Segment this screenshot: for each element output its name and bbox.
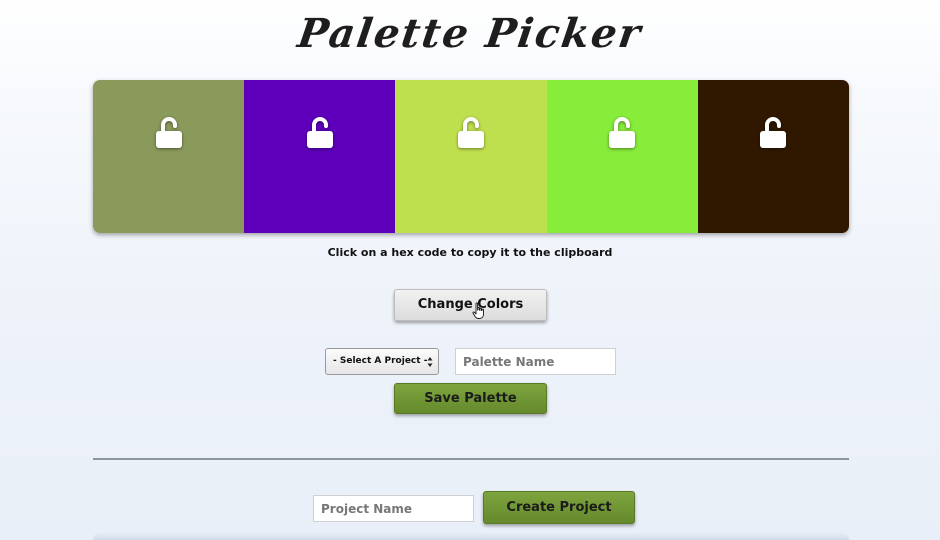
page-title: Palette Picker bbox=[294, 10, 646, 57]
create-project-button[interactable]: Create Project bbox=[483, 491, 635, 524]
unlocked-padlock-icon[interactable] bbox=[305, 114, 335, 150]
unlocked-padlock-icon[interactable] bbox=[456, 114, 486, 150]
palette-name-input[interactable] bbox=[455, 348, 616, 375]
unlocked-padlock-icon[interactable] bbox=[154, 114, 184, 150]
color-swatch-4[interactable] bbox=[546, 80, 698, 233]
project-select-value: - Select A Project - bbox=[333, 356, 428, 366]
project-select[interactable]: - Select A Project - bbox=[325, 348, 439, 375]
projects-panel-edge bbox=[93, 532, 849, 540]
color-swatch-5[interactable] bbox=[697, 80, 849, 233]
color-swatch-1[interactable] bbox=[93, 80, 245, 233]
change-colors-button[interactable]: Change Colors bbox=[394, 289, 547, 321]
section-divider bbox=[93, 458, 849, 460]
color-palette bbox=[93, 80, 849, 233]
color-swatch-2[interactable] bbox=[244, 80, 396, 233]
project-name-input[interactable] bbox=[313, 495, 474, 522]
hand-pointer-cursor-icon bbox=[472, 302, 484, 319]
unlocked-padlock-icon[interactable] bbox=[607, 114, 637, 150]
unlocked-padlock-icon[interactable] bbox=[758, 114, 788, 150]
save-palette-button[interactable]: Save Palette bbox=[394, 383, 547, 414]
color-swatch-3[interactable] bbox=[395, 80, 547, 233]
copy-hint-text: Click on a hex code to copy it to the cl… bbox=[327, 246, 613, 259]
select-arrows-icon bbox=[427, 357, 433, 367]
